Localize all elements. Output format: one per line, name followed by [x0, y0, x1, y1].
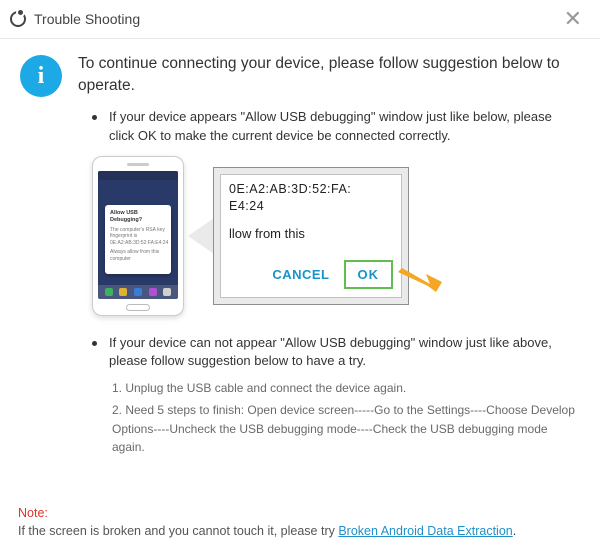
step2-text: 2. Need 5 steps to finish: Open device s…: [112, 401, 580, 457]
zoom-allow-text: llow from this: [229, 226, 393, 241]
arrow-icon: [396, 262, 444, 294]
zoom-panel: 0E:A2:AB:3D:52:FA: E4:24 llow from this …: [213, 167, 409, 305]
info-icon: i: [20, 55, 62, 97]
step1-text: 1. Unplug the USB cable and connect the …: [112, 379, 580, 398]
bullet-icon: [92, 115, 97, 120]
close-icon[interactable]: ✕: [560, 8, 586, 30]
list-item: If your device can not appear "Allow USB…: [92, 334, 580, 372]
popup-body: The computer's RSA key fingerprint is: [110, 227, 166, 240]
popup-title: Allow USB Debugging?: [110, 210, 166, 224]
content-area: i To continue connecting your device, pl…: [0, 39, 600, 470]
ok-button: OK: [344, 260, 394, 289]
note-block: Note: If the screen is broken and you ca…: [18, 504, 516, 542]
instruction-list-2: If your device can not appear "Allow USB…: [92, 334, 580, 372]
zoom-mac-line1: 0E:A2:AB:3D:52:FA:: [229, 181, 393, 198]
zoom-mac-line2: E4:24: [229, 198, 393, 215]
popup-mac: 0E:A2:AB:3D:52:FA:E4:24: [110, 240, 166, 247]
list-item: If your device appears "Allow USB debugg…: [92, 108, 580, 146]
note-label: Note:: [18, 506, 48, 520]
popup-check: Always allow from this computer: [110, 249, 166, 262]
titlebar: Trouble Shooting ✕: [0, 0, 600, 39]
cancel-button: CANCEL: [272, 267, 329, 282]
phone-popup: Allow USB Debugging? The computer's RSA …: [105, 205, 171, 275]
callout-pointer: [188, 218, 214, 254]
instruction-list: If your device appears "Allow USB debugg…: [92, 108, 580, 146]
item1-text: If your device appears "Allow USB debugg…: [109, 108, 580, 146]
app-icon: [10, 11, 26, 27]
note-link[interactable]: Broken Android Data Extraction: [338, 524, 512, 538]
phone-mock: Allow USB Debugging? The computer's RSA …: [92, 156, 184, 316]
window-title: Trouble Shooting: [34, 11, 140, 27]
note-tail: .: [513, 524, 516, 538]
note-text: If the screen is broken and you cannot t…: [18, 524, 338, 538]
illustration: Allow USB Debugging? The computer's RSA …: [92, 156, 580, 316]
item2-text: If your device can not appear "Allow USB…: [109, 334, 580, 372]
header-row: i To continue connecting your device, pl…: [20, 53, 580, 98]
headline-text: To continue connecting your device, plea…: [78, 53, 580, 98]
zoom-button-row: CANCEL OK: [272, 260, 393, 289]
steps-block: 1. Unplug the USB cable and connect the …: [112, 379, 580, 456]
bullet-icon: [92, 341, 97, 346]
